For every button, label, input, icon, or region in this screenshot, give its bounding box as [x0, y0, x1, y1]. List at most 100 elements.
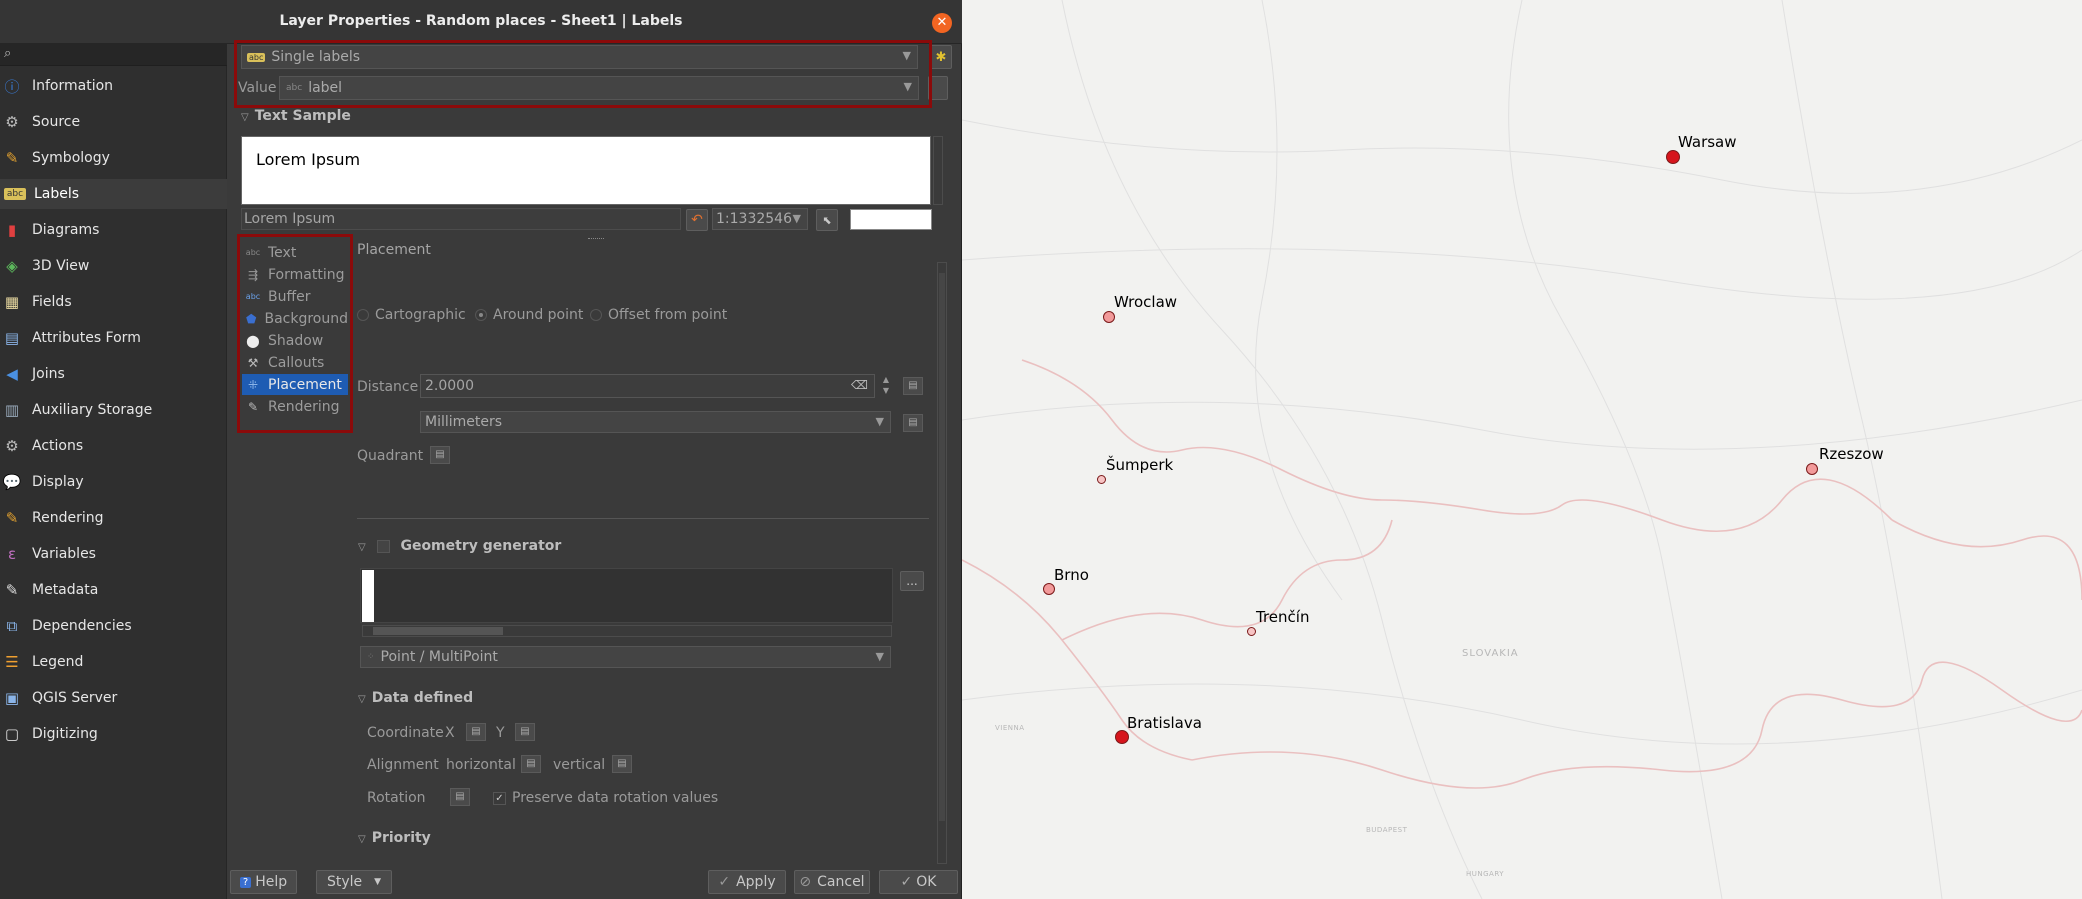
panel-scrollbar[interactable] [937, 262, 947, 864]
chevron-down-icon: ▼ [875, 415, 884, 428]
sidebar-item-source[interactable]: ⚙ Source [0, 107, 227, 137]
help-icon: ? [239, 876, 252, 888]
search-icon: ⌕ [4, 46, 12, 61]
city-marker[interactable] [1043, 583, 1055, 595]
horizontal-label: horizontal [446, 757, 516, 773]
text-sample-preview: Lorem Ipsum [241, 136, 931, 205]
divider [357, 518, 929, 519]
sidebar-search-input[interactable]: ⌕ [0, 44, 227, 66]
data-defined-horizontal-button[interactable]: ▤ [521, 755, 541, 773]
data-defined-distance-button[interactable]: ▤ [903, 377, 923, 395]
sidebar-item-variables[interactable]: ε Variables [0, 539, 227, 569]
canvas-scale-button[interactable]: ⬉ [816, 209, 838, 231]
rule-settings-button[interactable]: ✱ [930, 45, 952, 69]
preserve-rotation-checkbox[interactable]: ✓ Preserve data rotation values [493, 790, 718, 806]
mode-offset-label: Offset from point [608, 307, 728, 323]
geometry-generator-header[interactable]: ▽ Geometry generator [358, 538, 561, 554]
joins-icon: ◀ [6, 365, 18, 383]
distance-spinbox[interactable]: 2.0000 ⌫ [420, 374, 875, 398]
sidebar-item-diagrams[interactable]: ▮ Diagrams [0, 215, 227, 245]
editor-scrollbar[interactable] [362, 625, 892, 637]
data-defined-quadrant-button[interactable]: ▤ [430, 446, 450, 464]
sidebar-item-display[interactable]: 💬 Display [0, 467, 227, 497]
sidebar-item-attributes-form[interactable]: ▤ Attributes Form [0, 323, 227, 353]
sidebar-item-actions[interactable]: ⚙ Actions [0, 431, 227, 461]
sidebar-item-3d-view[interactable]: ◈ 3D View [0, 251, 227, 281]
geometry-expression-editor[interactable] [360, 568, 893, 623]
help-button[interactable]: ? Help [230, 870, 297, 894]
sample-scrollbar[interactable] [933, 136, 943, 205]
sample-text-input-value: Lorem Ipsum [244, 211, 336, 227]
preview-scale-select[interactable]: 1:1332546 ▼ [712, 208, 808, 230]
data-defined-header[interactable]: ▽ Data defined [358, 690, 473, 706]
clear-icon[interactable]: ⌫ [851, 378, 868, 392]
chevron-down-icon: ▼ [374, 877, 382, 887]
city-label: Bratislava [1127, 714, 1202, 732]
sidebar-item-metadata[interactable]: ✎ Metadata [0, 575, 227, 605]
sidebar-item-joins[interactable]: ◀ Joins [0, 359, 227, 389]
distance-stepper[interactable]: ▲ ▼ [880, 374, 892, 398]
sidebar-item-dependencies[interactable]: ⧉ Dependencies [0, 611, 227, 641]
radio-cartographic[interactable] [357, 309, 369, 321]
splitter-handle[interactable] [588, 238, 604, 240]
sidebar-item-information[interactable]: ⓘ Information [0, 71, 227, 101]
map-region-label: VIENNA [995, 724, 1025, 732]
ok-check-icon: ✓ [900, 874, 913, 890]
data-defined-vertical-button[interactable]: ▤ [612, 755, 632, 773]
priority-header[interactable]: ▽ Priority [358, 830, 431, 846]
sidebar-item-legend[interactable]: ☰ Legend [0, 647, 227, 677]
units-select[interactable]: Millimeters ▼ [420, 411, 891, 433]
expression-builder-button[interactable]: ... [900, 571, 924, 591]
highlight-frame-left [237, 234, 353, 433]
sidebar-item-labels[interactable]: abc Labels [0, 179, 227, 209]
style-button[interactable]: Style ▼ [316, 870, 392, 894]
point-icon: ⁘ [367, 652, 375, 662]
display-icon: 💬 [2, 473, 22, 491]
city-marker[interactable] [1103, 311, 1115, 323]
sidebar-item-fields[interactable]: ▦ Fields [0, 287, 227, 317]
data-defined-y-button[interactable]: ▤ [515, 723, 535, 741]
geometry-generator-checkbox[interactable] [376, 539, 390, 553]
reset-sample-button[interactable]: ↶ [686, 209, 708, 231]
sidebar-item-label: Fields [32, 294, 72, 310]
sidebar-item-label: Information [32, 78, 114, 94]
distance-label: Distance [357, 379, 419, 395]
data-defined-rotation-button[interactable]: ▤ [450, 788, 470, 806]
sidebar-item-label: Labels [34, 186, 80, 202]
panel-scrollbar-thumb[interactable] [939, 273, 945, 821]
checkbox-checked-icon[interactable]: ✓ [493, 791, 506, 805]
geometry-type-select[interactable]: ⁘ Point / MultiPoint ▼ [360, 646, 891, 668]
legend-icon: ☰ [5, 653, 19, 671]
sample-text-input[interactable]: Lorem Ipsum [241, 208, 681, 230]
fields-icon: ▦ [4, 293, 20, 311]
data-defined-x-button[interactable]: ▤ [466, 723, 486, 741]
text-sample-header[interactable]: ▽ Text Sample [241, 108, 351, 124]
sidebar-item-qgis-server[interactable]: ▣ QGIS Server [0, 683, 227, 713]
background-color-button[interactable] [850, 209, 932, 230]
apply-button[interactable]: ✓ Apply [708, 870, 786, 894]
close-button[interactable]: ✕ [932, 13, 952, 33]
scrollbar-thumb[interactable] [373, 627, 503, 635]
coordinate-label: Coordinate [367, 725, 444, 741]
data-defined-units-button[interactable]: ▤ [903, 414, 923, 432]
sidebar-item-auxiliary-storage[interactable]: ▥ Auxiliary Storage [0, 395, 227, 425]
data-defined-title: Data defined [371, 690, 474, 706]
sidebar-item-digitizing[interactable]: ▢ Digitizing [0, 719, 227, 749]
sample-text: Lorem Ipsum [256, 150, 361, 169]
cancel-label: Cancel [817, 874, 865, 890]
ok-button[interactable]: ✓ OK [879, 870, 958, 894]
cancel-button[interactable]: ⊘ Cancel [794, 870, 870, 894]
city-marker[interactable] [1666, 150, 1680, 164]
sidebar-item-symbology[interactable]: ✎ Symbology [0, 143, 227, 173]
mode-offset-from-point[interactable]: Offset from point [590, 307, 727, 323]
radio-offset-from-point[interactable] [590, 309, 602, 321]
radio-around-point[interactable] [475, 309, 487, 321]
map-canvas[interactable]: Warsaw Wroclaw Rzeszow Šumperk Brno Trenčín Br… [962, 0, 2082, 899]
city-marker[interactable] [1806, 463, 1818, 475]
sidebar-item-rendering[interactable]: ✎ Rendering [0, 503, 227, 533]
city-marker[interactable] [1096, 474, 1106, 484]
city-marker[interactable] [1115, 730, 1129, 744]
city-marker[interactable] [1246, 626, 1256, 636]
mode-cartographic[interactable]: Cartographic [357, 307, 466, 323]
mode-around-point[interactable]: Around point [475, 307, 583, 323]
